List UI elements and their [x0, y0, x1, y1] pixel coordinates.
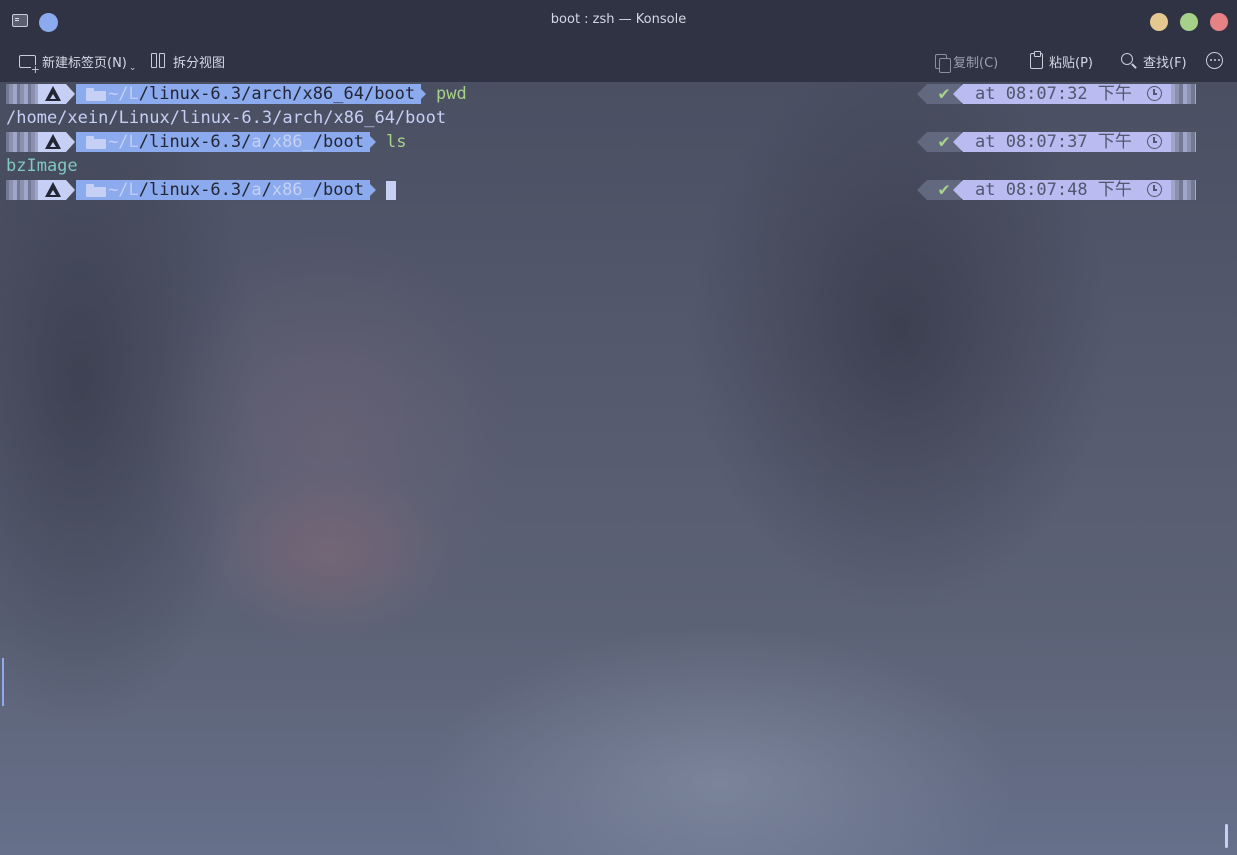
prompt-start-segment: [6, 84, 39, 104]
folder-open-icon: [86, 136, 106, 149]
copy-label: 复制(C): [953, 55, 999, 71]
prompt-end-segment: [1171, 180, 1196, 200]
prompt-path-end: [366, 180, 376, 200]
find-label: 查找(F): [1143, 55, 1187, 71]
right-prompt-separator: [917, 180, 927, 200]
output-line: /home/xein/Linux/linux-6.3/arch/x86_64/b…: [0, 106, 1237, 130]
command-output: /home/xein/Linux/linux-6.3/arch/x86_64/b…: [6, 108, 447, 128]
right-prompt-separator: [953, 180, 963, 200]
prompt-timestamp: at 08:07:48 下午: [963, 180, 1171, 200]
toolbar: 新建标签页(N) ⌄ 拆分视图 复制(C) 粘贴(P) 查找(F): [0, 42, 1237, 82]
prompt-separator: [66, 132, 75, 152]
prompt-path: ~/L/linux-6.3/a/x86_/boot: [76, 132, 370, 152]
arch-linux-icon: [38, 180, 66, 200]
prompt-separator: [66, 84, 75, 104]
prompt-line: ~/L/linux-6.3/arch/x86_64/boot pwd ✔ at …: [0, 82, 1237, 106]
prompt-start-segment: [6, 180, 39, 200]
new-tab-label: 新建标签页(N): [42, 55, 127, 71]
minimize-button[interactable]: [1150, 13, 1168, 31]
prompt-path-end: [416, 84, 426, 104]
folder-open-icon: [86, 184, 106, 197]
prompt-path: ~/L/linux-6.3/arch/x86_64/boot: [76, 84, 422, 104]
paste-label: 粘贴(P): [1049, 55, 1093, 71]
line-marker: [2, 658, 4, 706]
command-output: bzImage: [6, 156, 78, 176]
clock-icon: [1147, 134, 1162, 149]
window-title: boot : zsh — Konsole: [550, 12, 687, 27]
prompt-end-segment: [1171, 132, 1196, 152]
more-options-icon[interactable]: [1206, 52, 1223, 69]
prompt-path-end: [366, 132, 376, 152]
copy-icon: [935, 53, 951, 73]
prompt-timestamp: at 08:07:37 下午: [963, 132, 1171, 152]
arch-linux-icon: [38, 84, 66, 104]
prompt-end-segment: [1171, 84, 1196, 104]
folder-open-icon: [86, 88, 106, 101]
output-line: bzImage: [0, 154, 1237, 178]
new-tab-button[interactable]: 新建标签页(N) ⌄: [19, 51, 140, 75]
title-bar[interactable]: boot : zsh — Konsole: [0, 0, 1237, 42]
right-prompt-separator: [917, 132, 927, 152]
paste-button[interactable]: 粘贴(P): [1030, 51, 1093, 71]
split-view-icon: [151, 53, 167, 69]
paste-icon: [1030, 51, 1043, 69]
clock-icon: [1147, 86, 1162, 101]
prompt-line: ~/L/linux-6.3/a/x86_/boot ls ✔ at 08:07:…: [0, 130, 1237, 154]
search-icon: [1121, 53, 1137, 69]
close-button[interactable]: [1210, 13, 1228, 31]
prompt-timestamp: at 08:07:32 下午: [963, 84, 1171, 104]
clock-icon: [1147, 182, 1162, 197]
arch-linux-icon: [38, 132, 66, 152]
find-button[interactable]: 查找(F): [1121, 51, 1187, 71]
prompt-separator: [66, 180, 75, 200]
prompt-path: ~/L/linux-6.3/a/x86_/boot: [76, 180, 370, 200]
right-prompt-separator: [953, 84, 963, 104]
scrollbar-thumb[interactable]: [1225, 824, 1228, 848]
text-cursor: [386, 181, 396, 200]
split-view-label: 拆分视图: [173, 55, 226, 71]
command-text: ls: [386, 132, 407, 152]
terminal-area[interactable]: ~/L/linux-6.3/arch/x86_64/boot pwd ✔ at …: [0, 82, 1237, 855]
split-view-button[interactable]: 拆分视图: [151, 51, 225, 71]
command-text: pwd: [436, 84, 467, 104]
right-prompt-separator: [917, 84, 927, 104]
copy-button[interactable]: 复制(C): [935, 51, 999, 73]
prompt-start-segment: [6, 132, 39, 152]
konsole-window: boot : zsh — Konsole 新建标签页(N) ⌄ 拆分视图 复制(…: [0, 0, 1237, 855]
new-tab-icon: [19, 54, 40, 75]
maximize-button[interactable]: [1180, 13, 1198, 31]
right-prompt-separator: [953, 132, 963, 152]
chevron-down-icon[interactable]: ⌄: [129, 63, 137, 73]
prompt-line: ~/L/linux-6.3/a/x86_/boot ✔ at 08:07:48 …: [0, 178, 1237, 202]
